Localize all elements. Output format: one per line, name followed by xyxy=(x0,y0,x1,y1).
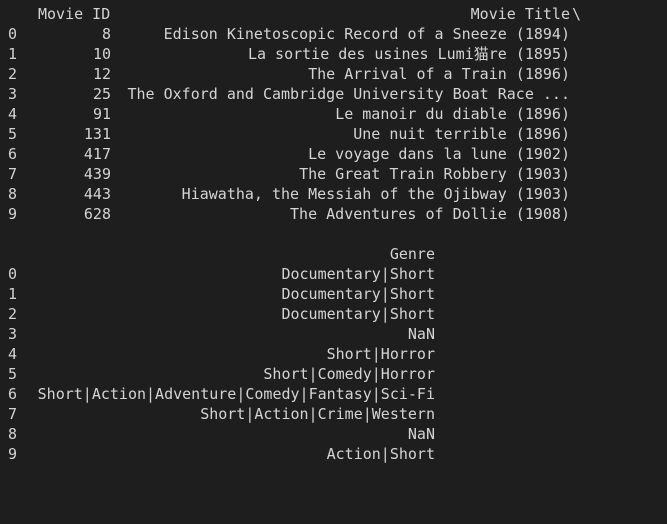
table-row: 6 Short|Action|Adventure|Comedy|Fantasy|… xyxy=(0,384,667,404)
first-table-header: Movie ID Movie Title \ xyxy=(0,4,667,24)
movie-title-cell: The Adventures of Dollie (1908) xyxy=(290,205,570,223)
genre-column-header: Genre xyxy=(389,245,435,263)
table-row: 2 Documentary|Short xyxy=(0,304,667,324)
table-row: 5 Short|Comedy|Horror xyxy=(0,364,667,384)
movie-id-cell: 628 xyxy=(83,205,111,223)
movie-title-cell: The Arrival of a Train (1896) xyxy=(308,65,570,83)
genre-cell: Documentary|Short xyxy=(281,305,435,323)
movie-id-cell: 8 xyxy=(101,25,111,43)
table-row: 3 25 The Oxford and Cambridge University… xyxy=(0,84,667,104)
table-row: 4 91 Le manoir du diable (1896) xyxy=(0,104,667,124)
movie-id-cell: 439 xyxy=(83,165,111,183)
table-row: 0 Documentary|Short xyxy=(0,264,667,284)
movie-title-cell: The Great Train Robbery (1903) xyxy=(299,165,570,183)
table-row: 5 131 Une nuit terrible (1896) xyxy=(0,124,667,144)
table-row: 1 Documentary|Short xyxy=(0,284,667,304)
movie-id-cell: 443 xyxy=(83,185,111,203)
genre-cell: NaN xyxy=(407,425,435,443)
movie-id-cell: 91 xyxy=(92,105,111,123)
genre-cell: Short|Horror xyxy=(326,345,435,363)
movie-id-cell: 10 xyxy=(92,45,111,63)
movie-id-cell: 25 xyxy=(92,85,111,103)
genre-cell: Documentary|Short xyxy=(281,285,435,303)
table-row: 6 417 Le voyage dans la lune (1902) xyxy=(0,144,667,164)
movie-title-cell: Une nuit terrible (1896) xyxy=(353,125,570,143)
movie-title-cell: Edison Kinetoscopic Record of a Sneeze (… xyxy=(163,25,570,43)
table-row: 2 12 The Arrival of a Train (1896) xyxy=(0,64,667,84)
table-row: 7 Short|Action|Crime|Western xyxy=(0,404,667,424)
movie-title-cell: Le voyage dans la lune (1902) xyxy=(308,145,570,163)
dataframe-output: Movie ID Movie Title \ 0 8 Edison Kineto… xyxy=(0,0,667,463)
genre-cell: Short|Comedy|Horror xyxy=(263,365,435,383)
table-row: 3 NaN xyxy=(0,324,667,344)
table-row: 9 Action|Short xyxy=(0,444,667,464)
table-row: 8 443 Hiawatha, the Messiah of the Ojibw… xyxy=(0,184,667,204)
genre-cell: Short|Action|Crime|Western xyxy=(200,405,435,423)
movie-id-column-header: Movie ID xyxy=(38,5,111,23)
movie-title-cell: Hiawatha, the Messiah of the Ojibway (19… xyxy=(181,185,570,203)
movie-title-cell: Le manoir du diable (1896) xyxy=(335,105,570,123)
movie-title-cell: La sortie des usines Lumi猫re (1895) xyxy=(247,45,570,63)
second-table-header: Genre xyxy=(0,244,667,264)
table-row: 7 439 The Great Train Robbery (1903) xyxy=(0,164,667,184)
table-row: 8 NaN xyxy=(0,424,667,444)
movie-id-cell: 131 xyxy=(83,125,111,143)
movie-title-column-header: Movie Title xyxy=(470,5,570,23)
movie-id-cell: 417 xyxy=(83,145,111,163)
movie-id-cell: 12 xyxy=(92,65,111,83)
table-row: 9 628 The Adventures of Dollie (1908) xyxy=(0,204,667,224)
table-row: 1 10 La sortie des usines Lumi猫re (1895) xyxy=(0,44,667,64)
table-row: 0 8 Edison Kinetoscopic Record of a Snee… xyxy=(0,24,667,44)
genre-cell: NaN xyxy=(407,325,435,343)
genre-cell: Short|Action|Adventure|Comedy|Fantasy|Sc… xyxy=(37,385,435,403)
genre-cell: Action|Short xyxy=(326,445,435,463)
line-continuation-marker: \ xyxy=(572,5,582,23)
genre-cell: Documentary|Short xyxy=(281,265,435,283)
movie-title-cell: The Oxford and Cambridge University Boat… xyxy=(127,85,570,103)
table-row: 4 Short|Horror xyxy=(0,344,667,364)
